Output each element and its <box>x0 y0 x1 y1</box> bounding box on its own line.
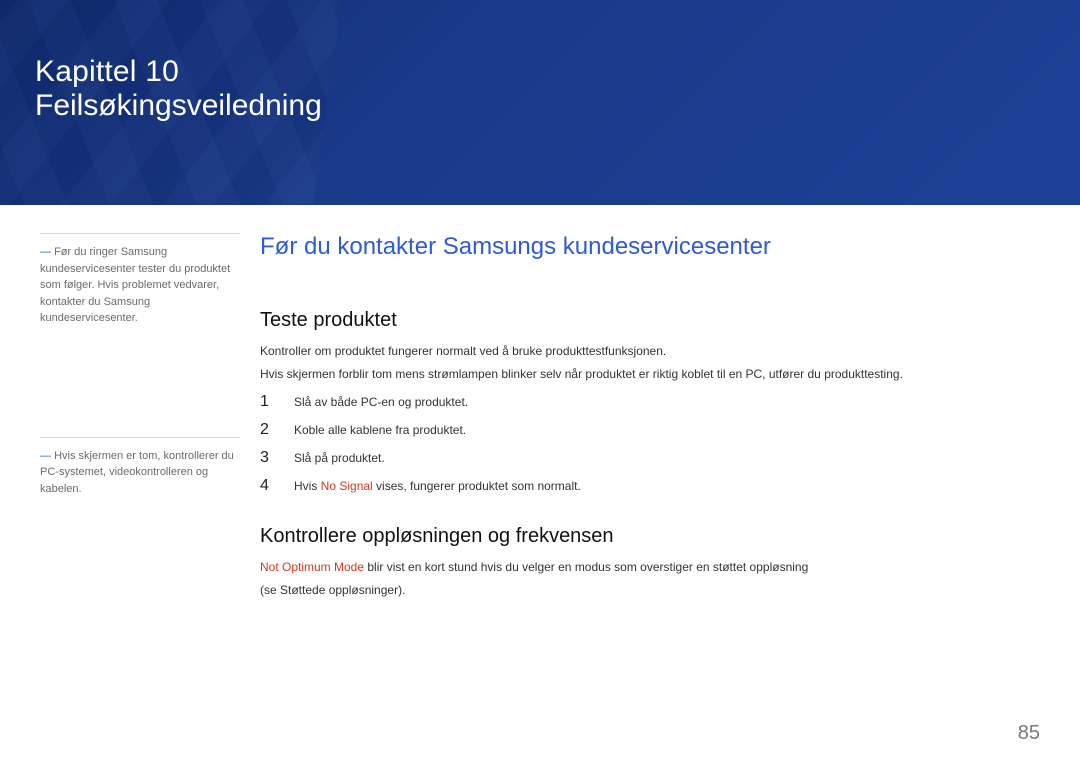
list-item: 3 Slå på produktet. <box>260 449 1040 467</box>
subsection-heading-2: Kontrollere oppløsningen og frekvensen <box>260 525 1040 548</box>
section1-p1: Kontroller om produktet fungerer normalt… <box>260 342 1040 361</box>
section2-p1-rest: blir vist en kort stund hvis du velger e… <box>364 560 808 574</box>
section1-p2: Hvis skjermen forblir tom mens strømlamp… <box>260 365 1040 384</box>
side-note-1-text: Før du ringer Samsung kundeservicesenter… <box>40 246 230 324</box>
step-number: 4 <box>260 477 284 495</box>
step-number: 1 <box>260 393 284 411</box>
list-item: 2 Koble alle kablene fra produktet. <box>260 421 1040 439</box>
list-item: 4 Hvis No Signal vises, fungerer produkt… <box>260 477 1040 495</box>
step4-pre: Hvis <box>294 479 321 493</box>
section-heading: Før du kontakter Samsungs kundeservicese… <box>260 233 1040 261</box>
side-note-2: ― Hvis skjermen er tom, kontrollerer du … <box>40 437 240 498</box>
highlight-not-optimum: Not Optimum Mode <box>260 560 364 574</box>
content-grid: ― Før du ringer Samsung kundeservicesent… <box>0 205 1080 603</box>
section2-p1: Not Optimum Mode blir vist en kort stund… <box>260 558 1040 577</box>
steps-list: 1 Slå av både PC-en og produktet. 2 Kobl… <box>260 393 1040 495</box>
main-content: Før du kontakter Samsungs kundeservicese… <box>260 233 1040 603</box>
highlight-no-signal: No Signal <box>321 479 373 493</box>
side-note-2-text: Hvis skjermen er tom, kontrollerer du PC… <box>40 450 234 495</box>
dash-icon: ― <box>40 450 51 462</box>
step-text: Slå på produktet. <box>294 451 1040 465</box>
hero-text: Kapittel 10 Feilsøkingsveiledning <box>35 55 322 124</box>
step-text: Hvis No Signal vises, fungerer produktet… <box>294 479 1040 493</box>
step4-post: vises, fungerer produktet som normalt. <box>373 479 581 493</box>
step-number: 3 <box>260 449 284 467</box>
step-number: 2 <box>260 421 284 439</box>
page-number: 85 <box>1018 722 1040 745</box>
sidebar-notes: ― Før du ringer Samsung kundeservicesent… <box>40 233 240 603</box>
chapter-label: Kapittel 10 <box>35 55 322 88</box>
list-item: 1 Slå av både PC-en og produktet. <box>260 393 1040 411</box>
subsection-heading-1: Teste produktet <box>260 309 1040 332</box>
hero-banner: Kapittel 10 Feilsøkingsveiledning <box>0 0 1080 205</box>
step-text: Koble alle kablene fra produktet. <box>294 423 1040 437</box>
chapter-title: Feilsøkingsveiledning <box>35 88 322 124</box>
step-text: Slå av både PC-en og produktet. <box>294 395 1040 409</box>
side-note-1: ― Før du ringer Samsung kundeservicesent… <box>40 233 240 327</box>
section2-p2: (se Støttede oppløsninger). <box>260 581 1040 600</box>
dash-icon: ― <box>40 246 51 258</box>
